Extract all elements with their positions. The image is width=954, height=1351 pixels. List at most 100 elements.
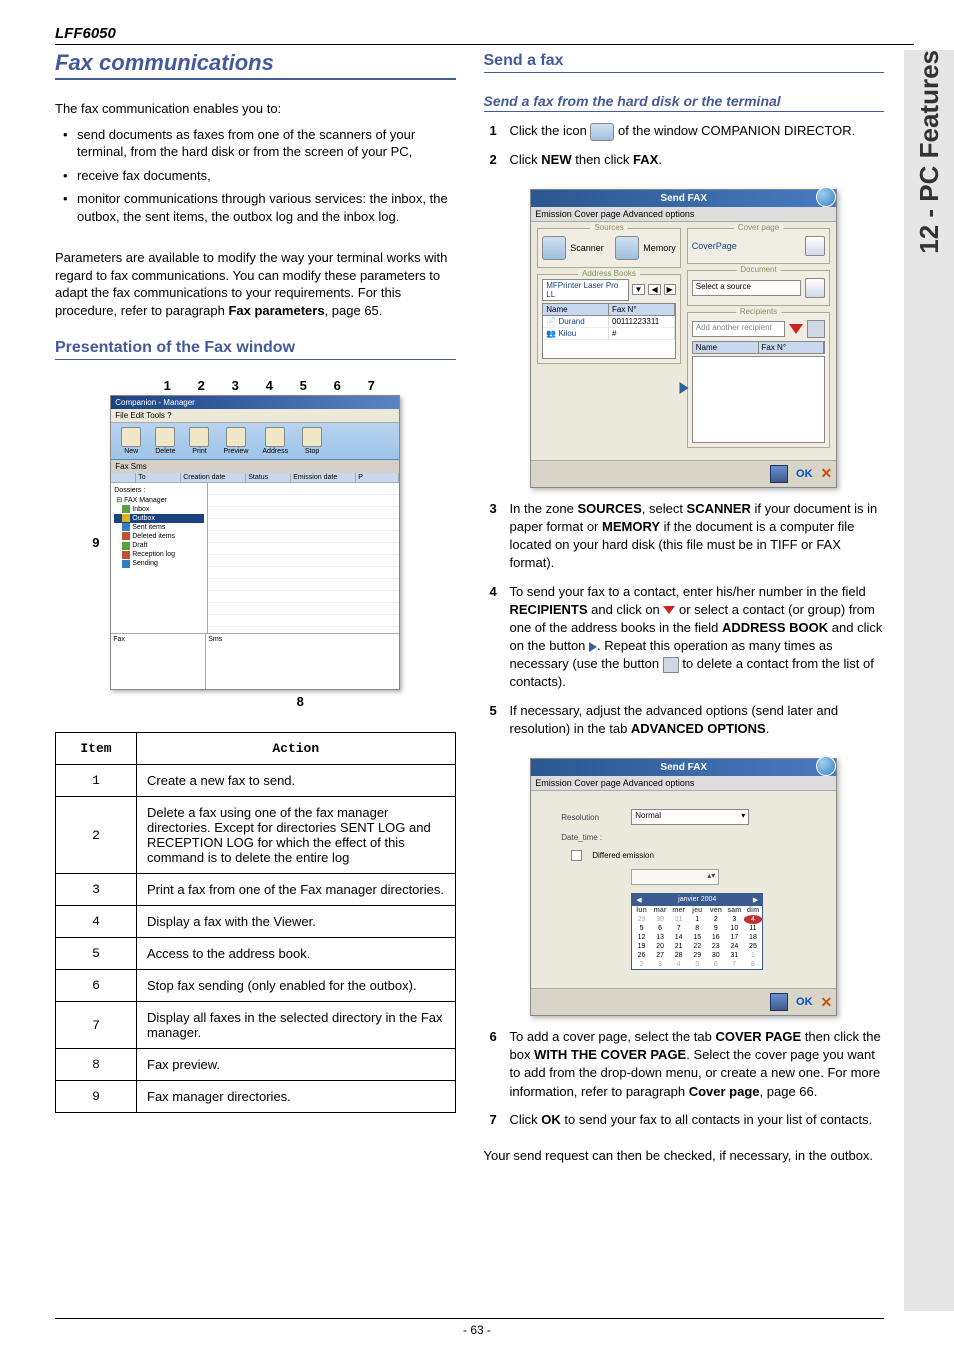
th-item: Item (56, 733, 137, 765)
table-row: 8Fax preview. (56, 1049, 456, 1081)
heading-send-hdd: Send a fax from the hard disk or the ter… (484, 93, 885, 112)
tree-item[interactable]: Deleted items (114, 532, 204, 541)
step-item: 3 In the zone SOURCES, select SCANNER if… (484, 500, 885, 573)
memory-icon[interactable] (615, 236, 639, 260)
doc-source-input[interactable]: Select a source (692, 280, 802, 296)
nav-left-icon[interactable]: ◀ (648, 284, 660, 295)
cancel-button[interactable]: ✕ (821, 994, 833, 1011)
window-toolbar: New Delete Print Preview Address Stop (111, 423, 399, 460)
tree-item[interactable]: Sent items (114, 523, 204, 532)
send-fax-dialog: Send FAX Emission Cover page Advanced op… (530, 189, 837, 488)
fax-manager-window: Companion - Manager File Edit Tools ? Ne… (110, 395, 400, 690)
page-root: LFF6050 12 - PC Features Fax communicati… (0, 0, 954, 1351)
dialog-right-pane: Cover page CoverPage Document Select a s… (687, 228, 831, 454)
figure-top-numbers: 1 2 3 4 5 6 7 (110, 378, 400, 395)
table-row: 7Display all faxes in the selected direc… (56, 1002, 456, 1049)
tree-item[interactable]: Reception log (114, 550, 204, 559)
sidebar-tab: 12 - PC Features (904, 50, 954, 1311)
table-row: 3Print a fax from one of the Fax manager… (56, 874, 456, 906)
step-item: 5 If necessary, adjust the advanced opti… (484, 702, 885, 738)
tool-stop[interactable]: Stop (302, 427, 322, 455)
group-document: Document Select a source (687, 270, 831, 306)
tree-item[interactable]: Draft (114, 541, 204, 550)
tool-delete[interactable]: Delete (155, 427, 175, 455)
doc-browse-icon[interactable] (805, 278, 825, 298)
nav-right-icon[interactable]: ▶ (664, 284, 676, 295)
dialog-tabs[interactable]: Emission Cover page Advanced options (531, 207, 836, 222)
table-row: 5Access to the address book. (56, 938, 456, 970)
fax-window-figure: 1 2 3 4 5 6 7 9 Companion - Manager File… (110, 378, 400, 709)
column-left: Fax communications The fax communication… (55, 50, 456, 1311)
trash-icon (663, 657, 679, 673)
tool-new[interactable]: New (121, 427, 141, 455)
dialog-footer: OK ✕ (531, 460, 836, 487)
dialog-titlebar: Send FAX (531, 190, 836, 207)
window-body: Dossiers : ⊟ FAX Manager Inbox Outbox Se… (111, 483, 399, 633)
footer-rule (55, 1318, 884, 1319)
action-table: Item Action 1Create a new fax to send. 2… (55, 732, 456, 1113)
step-item: 2 Click NEW then click FAX. (484, 151, 885, 169)
save-icon[interactable] (770, 993, 788, 1011)
content-area: Fax communications The fax communication… (55, 50, 884, 1311)
ok-button[interactable]: OK (796, 996, 813, 1008)
group-recipients: Recipients Add another recipient Name Fa… (687, 312, 831, 448)
advanced-options-dialog: Send FAX Emission Cover page Advanced op… (530, 758, 837, 1016)
folder-tree: Dossiers : ⊟ FAX Manager Inbox Outbox Se… (111, 483, 208, 633)
cal-next-icon[interactable]: ▶ (753, 896, 758, 904)
companion-icon (590, 123, 614, 141)
recipient-input[interactable]: Add another recipient (692, 321, 786, 337)
preview-icon (226, 427, 246, 447)
transfer-arrow-icon[interactable] (679, 382, 688, 394)
print-icon (189, 427, 209, 447)
heading-send-fax: Send a fax (484, 52, 885, 73)
bullet-item: monitor communications through various s… (55, 190, 456, 225)
fax-list (208, 483, 399, 633)
cal-prev-icon[interactable]: ◀ (636, 896, 641, 904)
filter-icon[interactable]: ▼ (632, 284, 646, 295)
steps-list-cont: 3 In the zone SOURCES, select SCANNER if… (484, 500, 885, 748)
tool-preview[interactable]: Preview (223, 427, 248, 455)
trash-icon[interactable] (807, 320, 825, 338)
dialog-tabs[interactable]: Emission Cover page Advanced options (531, 776, 836, 791)
dialog-body: Sources Scanner Memory Address Books (531, 222, 836, 460)
close-icon[interactable] (816, 756, 836, 776)
steps-list-cont2: 6 To add a cover page, select the tab CO… (484, 1028, 885, 1139)
save-icon[interactable] (770, 465, 788, 483)
resolution-select[interactable]: Normal▾ (631, 809, 749, 825)
table-row: 2Delete a fax using one of the fax manag… (56, 797, 456, 874)
address-row[interactable]: 📄 Durand 00111223311 (543, 316, 675, 328)
address-row[interactable]: 👥 Kilou # (543, 328, 675, 340)
add-recipient-icon[interactable] (789, 324, 803, 334)
dialog-titlebar: Send FAX (531, 759, 836, 776)
figure-left-number: 9 (92, 535, 99, 550)
differed-checkbox[interactable] (571, 850, 582, 861)
fax-window-wrapper: 9 Companion - Manager File Edit Tools ? … (110, 395, 400, 690)
column-right: Send a fax Send a fax from the hard disk… (484, 50, 885, 1311)
tree-item-selected[interactable]: Outbox (114, 514, 204, 523)
tree-item[interactable]: Inbox (114, 505, 204, 514)
cancel-button[interactable]: ✕ (821, 465, 833, 482)
steps-list: 1 Click the icon of the window COMPANION… (484, 122, 885, 179)
cover-add-icon[interactable] (805, 236, 825, 256)
dialog-left-pane: Sources Scanner Memory Address Books (537, 228, 681, 454)
heading-presentation: Presentation of the Fax window (55, 339, 456, 360)
scanner-icon[interactable] (542, 236, 566, 260)
delete-icon (155, 427, 175, 447)
tool-print[interactable]: Print (189, 427, 209, 455)
ok-button[interactable]: OK (796, 468, 813, 480)
tree-item[interactable]: Sending (114, 559, 204, 568)
window-titlebar: Companion - Manager (111, 396, 399, 409)
step-item: 1 Click the icon of the window COMPANION… (484, 122, 885, 141)
title-fax-comm: Fax communications (55, 50, 456, 80)
group-address-books: Address Books MFPrinter Laser Pro LL ▼ ◀… (537, 274, 681, 364)
recipients-list (692, 356, 826, 443)
window-tabs: Fax Sms (111, 460, 399, 473)
time-spinner[interactable]: ▴▾ (631, 869, 719, 885)
tool-address[interactable]: Address (262, 427, 288, 455)
close-icon[interactable] (816, 187, 836, 207)
step-item: 4 To send your fax to a contact, enter h… (484, 583, 885, 692)
intro-text: The fax communication enables you to: (55, 100, 456, 118)
dialog-footer: OK ✕ (531, 988, 836, 1015)
calendar[interactable]: ◀ janvier 2004 ▶ lunmarmerjeuvensamdim 2… (631, 893, 763, 970)
page-number: - 63 - (0, 1323, 954, 1337)
